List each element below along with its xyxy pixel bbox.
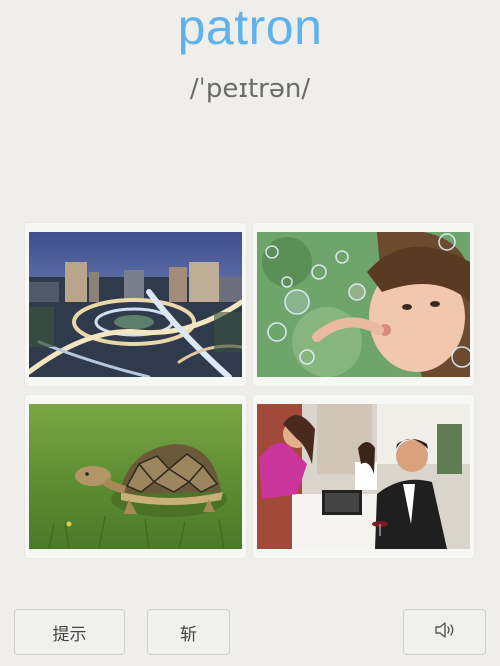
girl-blowing-bubbles-photo [257, 232, 470, 377]
tortoise-on-grass-photo [29, 404, 242, 549]
choice-card-1[interactable] [25, 223, 246, 386]
choice-card-2[interactable] [253, 223, 474, 386]
speaker-icon [434, 621, 456, 644]
cut-button-label: 斩 [180, 624, 197, 645]
sound-button[interactable] [403, 609, 486, 655]
word-title: patron [177, 0, 323, 55]
choice-card-4[interactable] [253, 395, 474, 558]
phonetic-transcription: /ˈpeɪtrən/ [189, 74, 311, 104]
city-interchange-photo [29, 232, 242, 377]
hint-button[interactable]: 提示 [14, 609, 125, 655]
hint-button-label: 提示 [52, 624, 87, 645]
choice-card-3[interactable] [25, 395, 246, 558]
cut-button[interactable]: 斩 [147, 609, 230, 655]
restaurant-customers-photo [257, 404, 470, 549]
